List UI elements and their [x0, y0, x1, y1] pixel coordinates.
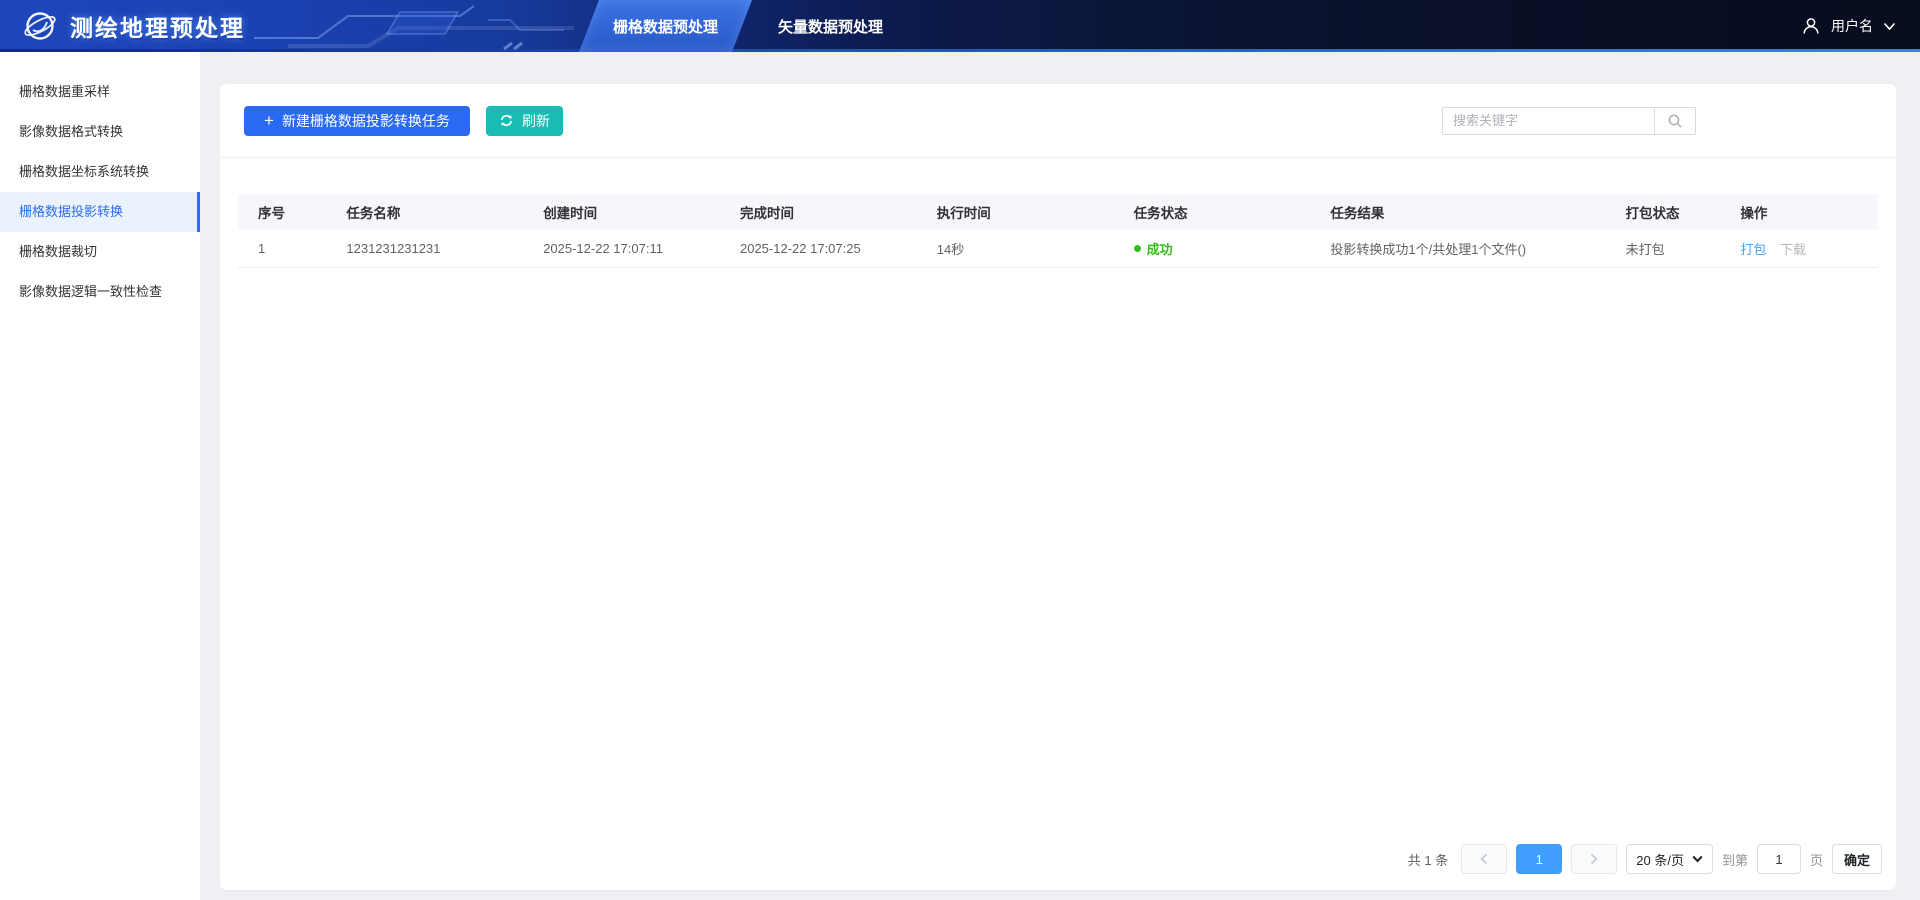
sidebar-item-raster-coord-system-convert[interactable]: 栅格数据坐标系统转换: [0, 152, 200, 192]
brand: 测绘地理预处理: [0, 8, 245, 44]
col-package-status: 打包状态: [1616, 194, 1731, 230]
col-index: 序号: [238, 194, 336, 230]
user-name: 用户名: [1831, 16, 1873, 36]
col-task-name: 任务名称: [336, 194, 533, 230]
page-size-value: 20 条/页: [1636, 850, 1684, 869]
cell-finished-time: 2025-12-22 17:07:25: [730, 230, 927, 268]
sidebar-item-image-logic-consistency-check[interactable]: 影像数据逻辑一致性检查: [0, 272, 200, 312]
cell-actions: 打包 下载: [1730, 230, 1878, 268]
tab-vector-preprocess[interactable]: 矢量数据预处理: [748, 0, 913, 52]
cell-duration: 14秒: [927, 230, 1124, 268]
sidebar-item-raster-clip[interactable]: 栅格数据裁切: [0, 232, 200, 272]
col-result: 任务结果: [1320, 194, 1615, 230]
new-task-button[interactable]: + 新建栅格数据投影转换任务: [244, 106, 470, 136]
status-success-dot: [1134, 245, 1141, 252]
top-navbar: 测绘地理预处理 栅格数据预处理 矢量数据预处理 用户名: [0, 0, 1920, 52]
goto-page-input[interactable]: [1757, 844, 1801, 874]
plus-icon: +: [264, 112, 274, 129]
col-status: 任务状态: [1124, 194, 1321, 230]
table-row: 1 1231231231231 2025-12-22 17:07:11 2025…: [238, 230, 1878, 268]
main-content: + 新建栅格数据投影转换任务 刷新: [200, 52, 1920, 900]
refresh-icon: [499, 113, 514, 128]
search-button[interactable]: [1654, 107, 1696, 135]
new-task-label: 新建栅格数据投影转换任务: [282, 111, 450, 131]
task-table: 序号 任务名称 创建时间 完成时间 执行时间 任务状态 任务结果 打包状态 操作: [238, 194, 1878, 268]
chevron-right-icon: [1589, 853, 1599, 865]
page-number-1[interactable]: 1: [1516, 844, 1562, 874]
tab-label: 栅格数据预处理: [613, 16, 718, 37]
col-duration: 执行时间: [927, 194, 1124, 230]
select-caret-icon: [1692, 855, 1703, 863]
next-page-button[interactable]: [1571, 844, 1617, 874]
table-header-row: 序号 任务名称 创建时间 完成时间 执行时间 任务状态 任务结果 打包状态 操作: [238, 194, 1878, 230]
brand-title: 测绘地理预处理: [70, 9, 245, 43]
col-finished-time: 完成时间: [730, 194, 927, 230]
download-link[interactable]: 下载: [1780, 242, 1806, 257]
tab-raster-preprocess[interactable]: 栅格数据预处理: [583, 0, 748, 52]
pagination: 共 1 条 1 20 条/页: [220, 844, 1896, 890]
cell-status: 成功: [1124, 230, 1321, 268]
top-tabs: 栅格数据预处理 矢量数据预处理: [583, 0, 913, 52]
goto-prefix-label: 到第: [1722, 850, 1748, 869]
user-menu[interactable]: 用户名: [1801, 0, 1896, 52]
app-root: 测绘地理预处理 栅格数据预处理 矢量数据预处理 用户名: [0, 0, 1920, 900]
chevron-left-icon: [1479, 853, 1489, 865]
col-created-time: 创建时间: [533, 194, 730, 230]
cell-package-status: 未打包: [1616, 230, 1731, 268]
search-icon: [1667, 113, 1683, 129]
refresh-button[interactable]: 刷新: [486, 106, 563, 136]
cell-index: 1: [238, 230, 336, 268]
toolbar-buttons: + 新建栅格数据投影转换任务 刷新: [244, 106, 563, 136]
sidebar-item-raster-resample[interactable]: 栅格数据重采样: [0, 72, 200, 112]
confirm-button[interactable]: 确定: [1832, 844, 1882, 874]
toolbar: + 新建栅格数据投影转换任务 刷新: [220, 84, 1896, 158]
sidebar-item-raster-projection-convert[interactable]: 栅格数据投影转换: [0, 192, 200, 232]
page-size-select[interactable]: 20 条/页: [1626, 844, 1713, 874]
user-icon: [1801, 16, 1821, 36]
content-card: + 新建栅格数据投影转换任务 刷新: [220, 84, 1896, 890]
status-text: 成功: [1147, 239, 1173, 258]
cell-created-time: 2025-12-22 17:07:11: [533, 230, 730, 268]
package-link[interactable]: 打包: [1740, 242, 1766, 257]
search-input[interactable]: [1442, 107, 1654, 135]
refresh-label: 刷新: [522, 111, 550, 131]
sidebar: 栅格数据重采样 影像数据格式转换 栅格数据坐标系统转换 栅格数据投影转换 栅格数…: [0, 52, 200, 900]
brand-logo-icon: [22, 8, 58, 44]
tab-label: 矢量数据预处理: [778, 16, 883, 37]
sidebar-item-image-format-convert[interactable]: 影像数据格式转换: [0, 112, 200, 152]
pagination-total: 共 1 条: [1408, 850, 1448, 869]
search-box: [1442, 107, 1696, 135]
col-actions: 操作: [1730, 194, 1878, 230]
layout: 栅格数据重采样 影像数据格式转换 栅格数据坐标系统转换 栅格数据投影转换 栅格数…: [0, 52, 1920, 900]
cell-task-name: 1231231231231: [336, 230, 533, 268]
navbar-circuit-decoration: [252, 0, 582, 52]
goto-suffix-label: 页: [1810, 850, 1823, 869]
cell-result: 投影转换成功1个/共处理1个文件(): [1320, 230, 1615, 268]
prev-page-button[interactable]: [1461, 844, 1507, 874]
task-table-wrap: 序号 任务名称 创建时间 完成时间 执行时间 任务状态 任务结果 打包状态 操作: [220, 194, 1896, 268]
chevron-down-icon: [1883, 22, 1896, 31]
